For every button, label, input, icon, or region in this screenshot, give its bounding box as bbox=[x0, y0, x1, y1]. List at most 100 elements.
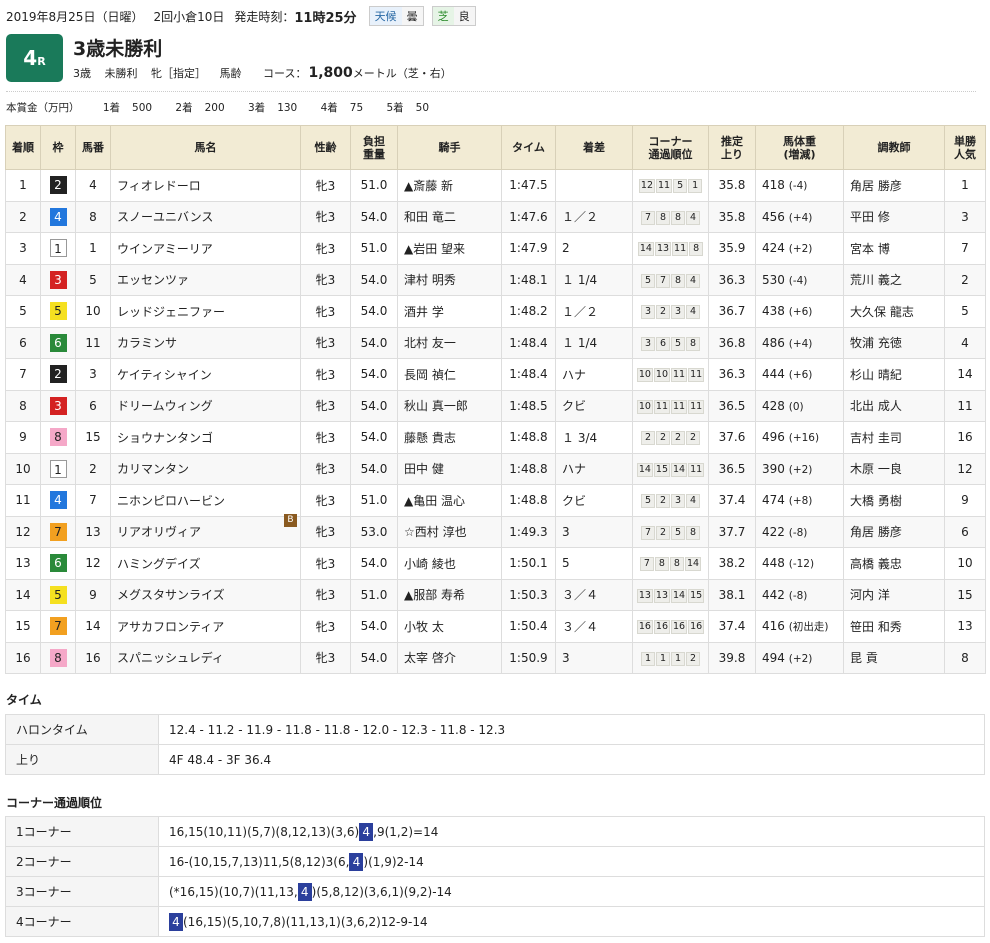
jockey-link[interactable]: 太宰 啓介 bbox=[397, 641, 502, 674]
trainer-link[interactable]: 荒川 義之 bbox=[843, 263, 945, 296]
horse-name-cell: エッセンツァ bbox=[110, 263, 301, 296]
jockey-link[interactable]: 長岡 禎仁 bbox=[397, 358, 502, 391]
carried-weight: 53.0 bbox=[350, 515, 398, 548]
sex-age: 牝3 bbox=[300, 421, 351, 454]
jockey-link[interactable]: 津村 明秀 bbox=[397, 263, 502, 296]
table-row: 4 3 5 エッセンツァ 牝3 54.0 津村 明秀 1:48.1 １ 1/4 5 7 8 4 36.3 5… bbox=[5, 263, 986, 296]
frame-cell: 2 bbox=[40, 358, 76, 391]
trainer-link[interactable]: 昆 貢 bbox=[843, 641, 945, 674]
horse-name-link[interactable]: ドリームウィング bbox=[117, 397, 213, 414]
horse-name-link[interactable]: ニホンピロハービン bbox=[117, 492, 225, 509]
frame-cell: 3 bbox=[40, 263, 76, 296]
trainer-link[interactable]: 北出 成人 bbox=[843, 389, 945, 422]
body-weight-cell: 422 (-8) bbox=[755, 515, 844, 548]
horse-name-link[interactable]: エッセンツァ bbox=[117, 271, 189, 288]
horse-name-link[interactable]: カラミンサ bbox=[117, 334, 177, 351]
trainer-link[interactable]: 宮本 博 bbox=[843, 232, 945, 265]
sex-age: 牝3 bbox=[300, 358, 351, 391]
horse-name-link[interactable]: リアオリヴィア bbox=[117, 523, 201, 540]
horse-name-link[interactable]: ショウナンタンゴ bbox=[117, 429, 213, 446]
trainer-link[interactable]: 牧浦 充徳 bbox=[843, 326, 945, 359]
body-weight: 474 bbox=[762, 493, 785, 508]
jockey-link[interactable]: 小牧 太 bbox=[397, 610, 502, 643]
trainer-link[interactable]: 杉山 晴紀 bbox=[843, 358, 945, 391]
jockey-link[interactable]: 藤懸 貴志 bbox=[397, 421, 502, 454]
popularity: 3 bbox=[944, 200, 986, 233]
frame-cell: 6 bbox=[40, 547, 76, 580]
weight-change: (+8) bbox=[788, 495, 813, 508]
popularity: 16 bbox=[944, 421, 986, 454]
jockey-link[interactable]: ▲岩田 望来 bbox=[397, 232, 502, 265]
jockey-link[interactable]: ▲服部 寿希 bbox=[397, 578, 502, 611]
corner-position: 7 bbox=[641, 210, 655, 225]
weight-change: (0) bbox=[788, 400, 804, 413]
horse-name-link[interactable]: フィオレドーロ bbox=[117, 177, 201, 194]
trainer-link[interactable]: 笹田 和秀 bbox=[843, 610, 945, 643]
jockey-link[interactable]: 酒井 学 bbox=[397, 295, 502, 328]
trainer-link[interactable]: 大久保 龍志 bbox=[843, 295, 945, 328]
condition-class: 未勝利 bbox=[104, 67, 138, 80]
jockey-link[interactable]: 秋山 真一郎 bbox=[397, 389, 502, 422]
popularity: 12 bbox=[944, 452, 986, 485]
corner-positions: 7 8 8 14 bbox=[632, 547, 709, 580]
horse-name-cell: カリマンタン bbox=[110, 452, 301, 485]
jockey-link[interactable]: 和田 竜二 bbox=[397, 200, 502, 233]
final-times-label: 上り bbox=[5, 744, 159, 775]
jockey-link[interactable]: 田中 健 bbox=[397, 452, 502, 485]
horse-number: 10 bbox=[75, 295, 111, 328]
popularity: 11 bbox=[944, 389, 986, 422]
trainer-link[interactable]: 木原 一良 bbox=[843, 452, 945, 485]
horse-number: 14 bbox=[75, 610, 111, 643]
race-time: 1:50.3 bbox=[501, 578, 556, 611]
race-time: 1:48.1 bbox=[501, 263, 556, 296]
header-trainer: 調教師 bbox=[843, 125, 945, 170]
corner-positions: 10 11 11 11 bbox=[632, 389, 709, 422]
trainer-link[interactable]: 平田 修 bbox=[843, 200, 945, 233]
margin: 3 bbox=[555, 641, 633, 674]
sex-age: 牝3 bbox=[300, 295, 351, 328]
table-row: 3コーナー (*16,15)(10,7)(11,13, 4)(5,8,12)(3,… bbox=[5, 876, 985, 907]
jockey-link[interactable]: ☆西村 淳也 bbox=[397, 515, 502, 548]
trainer-link[interactable]: 河内 洋 bbox=[843, 578, 945, 611]
horse-name-link[interactable]: ケイティシャイン bbox=[117, 366, 212, 383]
horse-name-link[interactable]: レッドジェニファー bbox=[117, 303, 225, 320]
corner-position: 1 bbox=[656, 651, 670, 666]
frame-number-badge: 6 bbox=[49, 333, 67, 352]
weight-change: (-4) bbox=[788, 180, 808, 193]
rank: 11 bbox=[5, 484, 41, 517]
jockey-link[interactable]: ▲亀田 温心 bbox=[397, 484, 502, 517]
jockey-link[interactable]: 北村 友一 bbox=[397, 326, 502, 359]
body-weight-cell: 444 (+6) bbox=[755, 358, 844, 391]
trainer-link[interactable]: 吉村 圭司 bbox=[843, 421, 945, 454]
horse-name-link[interactable]: メグスタサンライズ bbox=[117, 586, 225, 603]
table-row: 12 7 13 リアオリヴィア B 牝3 53.0 ☆西村 淳也 1:49.3 3 7 2 5 8 37.7… bbox=[5, 514, 986, 548]
horse-name-link[interactable]: ウインアミーリア bbox=[117, 240, 213, 257]
sex-age: 牝3 bbox=[300, 232, 351, 265]
horse-name-link[interactable]: スパニッシュレディ bbox=[117, 649, 224, 666]
corner-position: 15 bbox=[653, 462, 670, 477]
horse-name-link[interactable]: カリマンタン bbox=[117, 460, 189, 477]
corner-position: 11 bbox=[656, 179, 673, 194]
corner-position: 8 bbox=[686, 525, 700, 540]
horse-name-link[interactable]: スノーユニバンス bbox=[117, 208, 213, 225]
horse-name-link[interactable]: アサカフロンティア bbox=[117, 618, 224, 635]
weight-change: (+6) bbox=[788, 306, 813, 319]
horse-name-link[interactable]: ハミングデイズ bbox=[117, 555, 201, 572]
trainer-link[interactable]: 角居 勝彦 bbox=[843, 515, 945, 548]
weight-change: (-8) bbox=[788, 526, 808, 539]
margin: ハナ bbox=[555, 452, 633, 485]
carried-weight: 54.0 bbox=[350, 326, 398, 359]
header-horse-name: 馬名 bbox=[110, 125, 301, 170]
race-date: 2019年8月25日（日曜） bbox=[6, 9, 144, 24]
frame-cell: 4 bbox=[40, 484, 76, 517]
timing-table: ハロンタイム 12.4 - 11.2 - 11.9 - 11.8 - 11.8 … bbox=[5, 714, 985, 775]
trainer-link[interactable]: 高橋 義忠 bbox=[843, 547, 945, 580]
carried-weight: 51.0 bbox=[350, 169, 398, 202]
race-time: 1:50.1 bbox=[501, 547, 556, 580]
horse-number: 7 bbox=[75, 484, 111, 517]
jockey-link[interactable]: ▲斎藤 新 bbox=[397, 169, 502, 202]
trainer-link[interactable]: 大橋 勇樹 bbox=[843, 484, 945, 517]
jockey-link[interactable]: 小崎 綾也 bbox=[397, 547, 502, 580]
corner-position: 5 bbox=[673, 179, 688, 194]
trainer-link[interactable]: 角居 勝彦 bbox=[843, 169, 945, 202]
